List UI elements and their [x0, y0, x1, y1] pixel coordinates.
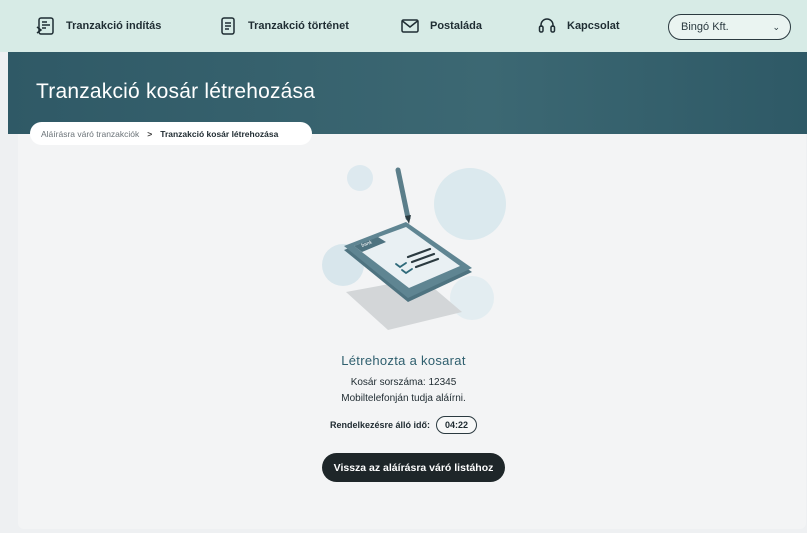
available-time-row: Rendelkezésre álló idő: 04:22: [0, 416, 807, 434]
nav-contact[interactable]: Kapcsolat: [537, 0, 620, 52]
success-title: Létrehozta a kosarat: [341, 353, 466, 368]
top-navigation-bar: Tranzakció indítás Tranzakció történet P…: [0, 0, 807, 52]
company-select[interactable]: Bingó Kft. ⌄: [668, 14, 791, 40]
page-title: Tranzakció kosár létrehozása: [36, 80, 316, 103]
nav-transaction-start[interactable]: Tranzakció indítás: [36, 0, 161, 52]
nav-transaction-start-label: Tranzakció indítás: [66, 20, 162, 32]
nav-mailbox-label: Postaláda: [430, 20, 482, 32]
mail-icon: [401, 19, 419, 33]
pen-icon: [395, 167, 411, 224]
nav-mailbox[interactable]: Postaláda: [400, 0, 482, 52]
available-time-label: Rendelkezésre álló idő:: [329, 420, 430, 430]
back-to-pending-list-button[interactable]: Vissza az aláírásra váró listához: [322, 453, 505, 482]
transaction-start-icon: [36, 17, 54, 35]
phone-signing-illustration: bank: [322, 165, 506, 330]
nav-contact-label: Kapcsolat: [567, 20, 620, 32]
available-time-value: 04:22: [436, 416, 478, 434]
headset-icon: [538, 18, 556, 33]
breadcrumb-current: Tranzakció kosár létrehozása: [160, 128, 279, 139]
chevron-down-icon: ⌄: [772, 21, 780, 32]
breadcrumb-link-pending[interactable]: Aláírásra váró tranzakciók: [41, 129, 139, 139]
basket-number: Kosár sorszáma: 12345: [350, 377, 457, 388]
breadcrumb-separator: >: [147, 128, 153, 139]
nav-transaction-history-label: Tranzakció történet: [248, 20, 349, 32]
company-select-value: Bingó Kft.: [681, 21, 729, 33]
nav-transaction-history[interactable]: Tranzakció történet: [218, 0, 349, 52]
document-icon: [221, 17, 235, 35]
breadcrumb: Aláírásra váró tranzakciók > Tranzakció …: [30, 122, 312, 145]
sign-hint: Mobiltelefonján tudja aláírni.: [341, 393, 466, 404]
